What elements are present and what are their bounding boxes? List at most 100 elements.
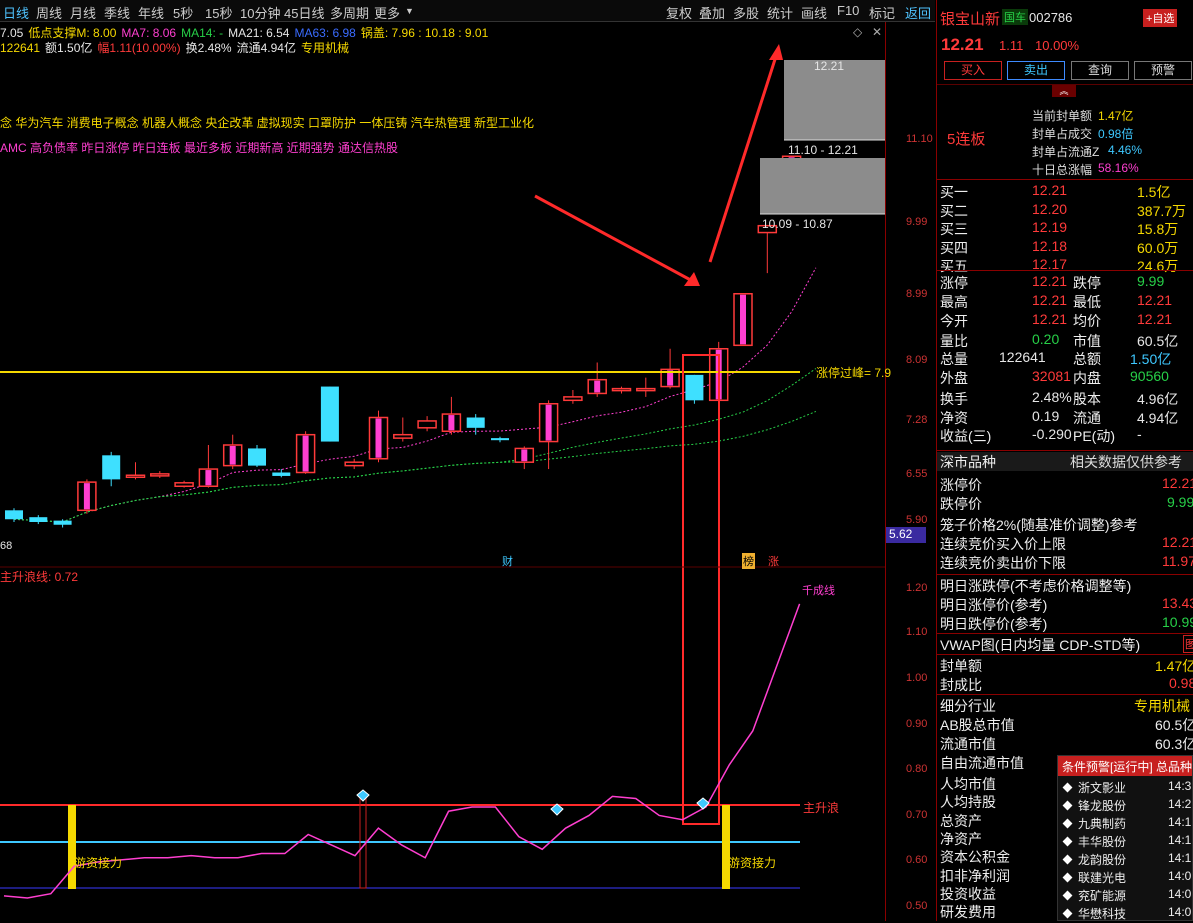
candle-body-down bbox=[5, 510, 23, 520]
cage-price-label: 笼子价格2%(随基准价调整)参考 bbox=[940, 517, 1138, 533]
tab-monthly[interactable]: 月线 bbox=[70, 3, 96, 22]
alert-title: 条件预警[运行中] 总品种 bbox=[1058, 756, 1192, 776]
candle-highlight bbox=[205, 470, 212, 486]
quote-row: 今开 12.21 均价 12.21 bbox=[940, 311, 1173, 329]
box-lower-label: 10.09 - 10.87 bbox=[762, 217, 833, 231]
btn-overlay[interactable]: 叠加 bbox=[699, 3, 725, 22]
order-book-row: 买二 12.20 387.7万 bbox=[940, 200, 1187, 219]
collapse-chevron-icon[interactable]: ︽ bbox=[1052, 85, 1076, 97]
price-tick: 0.50 bbox=[906, 900, 928, 912]
annotation-arrow-down bbox=[534, 194, 699, 286]
buy-button[interactable]: 买入 bbox=[944, 61, 1002, 80]
tab-daily[interactable]: 日线 bbox=[3, 3, 29, 22]
query-button[interactable]: 查询 bbox=[1071, 61, 1129, 80]
tab-45day[interactable]: 45日线 bbox=[284, 3, 324, 22]
order-book-row: 买三 12.19 15.8万 bbox=[940, 219, 1179, 237]
candle-body-up bbox=[174, 482, 194, 487]
limit-line-label: 涨停过峰= 7.9 bbox=[816, 366, 892, 380]
price-axis: 11.10 9.99 8.99 8.09 7.28 6.55 5.90 1.20 1.10 1.0… bbox=[885, 22, 935, 921]
candle-highlight bbox=[545, 404, 552, 441]
sub-top-label: 千成线 bbox=[802, 585, 835, 597]
financial-label: 资本公积金 bbox=[940, 849, 1010, 866]
diamond-bullet-icon bbox=[1062, 908, 1073, 919]
btn-multi-stock[interactable]: 多股 bbox=[733, 3, 759, 22]
vwap-icon[interactable]: 图 bbox=[1183, 635, 1193, 653]
tab-5sec[interactable]: 5秒 bbox=[173, 3, 193, 22]
limit-down-price-label: 跌停价 bbox=[940, 496, 982, 512]
alert-item[interactable]: 丰华股份 14:1 bbox=[1058, 833, 1193, 851]
relay-bar-right bbox=[722, 805, 730, 889]
tomorrow-down-value: 10.99 bbox=[1162, 614, 1193, 630]
kline-chart[interactable] bbox=[0, 22, 885, 921]
price-tick: 8.99 bbox=[906, 288, 928, 300]
price-tick: 7.28 bbox=[906, 414, 928, 426]
btn-statistics[interactable]: 统计 bbox=[767, 3, 793, 22]
diamond-bullet-icon bbox=[1062, 890, 1073, 901]
alert-item[interactable]: 兖矿能源 14:0 bbox=[1058, 887, 1193, 905]
alert-item[interactable]: 浙文影业 14:3 bbox=[1058, 779, 1193, 797]
financial-label: 人均市值 bbox=[940, 776, 996, 792]
tab-more[interactable]: 更多 bbox=[374, 3, 400, 22]
alert-item[interactable]: 九典制药 14:1 bbox=[1058, 815, 1193, 833]
candle-body-up bbox=[563, 396, 583, 402]
btn-draw-line[interactable]: 画线 bbox=[801, 3, 827, 22]
financial-label: 研发费用 bbox=[940, 904, 996, 921]
tab-quarterly[interactable]: 季线 bbox=[104, 3, 130, 22]
add-favorite-button[interactable]: +自选 bbox=[1143, 9, 1178, 27]
marker-limit-up: 涨 bbox=[768, 556, 779, 568]
tab-yearly[interactable]: 年线 bbox=[138, 3, 164, 22]
alert-item[interactable]: 锋龙股份 14:2 bbox=[1058, 797, 1193, 815]
diamond-bullet-icon bbox=[1062, 854, 1073, 865]
candle-body-down bbox=[272, 472, 291, 476]
quote-row: 外盘 32081 内盘 90560 bbox=[940, 368, 1169, 386]
alert-item[interactable]: 龙韵股份 14:1 bbox=[1058, 851, 1193, 869]
tomorrow-header: 明日涨跌停(不考虑价格调整等) bbox=[940, 578, 1132, 594]
btn-restore-rights[interactable]: 复权 bbox=[666, 3, 692, 22]
streak-label: 5连板 bbox=[947, 131, 986, 148]
vwap-label[interactable]: VWAP图(日内均量 CDP-STD等) bbox=[940, 635, 1140, 655]
tab-weekly[interactable]: 周线 bbox=[36, 3, 62, 22]
price-tick: 1.20 bbox=[906, 582, 928, 594]
price-tick: 0.70 bbox=[906, 809, 928, 821]
seal-ratio-label: 封成比 bbox=[940, 677, 982, 693]
candle-body-down bbox=[248, 448, 266, 466]
candle-body-down bbox=[102, 455, 121, 480]
candle-body-down bbox=[320, 386, 339, 442]
tab-10min[interactable]: 10分钟 bbox=[240, 3, 280, 22]
candle-body-down bbox=[685, 374, 704, 401]
alert-button[interactable]: 预警 bbox=[1134, 61, 1192, 80]
alert-item[interactable]: 联建光电 14:0 bbox=[1058, 869, 1193, 887]
order-book-row: 买四 12.18 60.0万 bbox=[940, 237, 1179, 256]
tomorrow-up-label: 明日涨停价(参考) bbox=[940, 597, 1048, 613]
btn-mark[interactable]: 标记 bbox=[869, 3, 895, 22]
free-cap-label: 自由流通市值 bbox=[940, 755, 1024, 771]
financial-label: 扣非净利润 bbox=[940, 867, 1010, 884]
tab-multi-period[interactable]: 多周期 bbox=[330, 3, 369, 22]
btn-f10[interactable]: F10 bbox=[837, 3, 859, 18]
tab-15sec[interactable]: 15秒 bbox=[205, 3, 232, 22]
more-dropdown-icon[interactable]: ▼ bbox=[405, 6, 414, 16]
candle-body-up bbox=[150, 473, 170, 477]
price-tick: 6.55 bbox=[906, 468, 928, 480]
btn-back[interactable]: 返回 bbox=[905, 3, 931, 22]
quote-row: 换手 2.48% 股本 4.96亿 bbox=[940, 389, 1179, 407]
industry-value: 专用机械 bbox=[1134, 698, 1190, 714]
target-box-lower bbox=[760, 158, 885, 214]
quote-row: 净资 0.19 流通 4.94亿 bbox=[940, 408, 1179, 426]
marker-finance: 财 bbox=[502, 556, 513, 568]
marker-list: 榜 bbox=[742, 553, 755, 569]
alert-item[interactable]: 华懋科技 14:0 bbox=[1058, 905, 1193, 923]
top-price-label: 12.21 bbox=[814, 59, 845, 73]
candle-body-up bbox=[636, 387, 656, 392]
period-toolbar: 日线 周线 月线 季线 年线 5秒 15秒 10分钟 45日线 多周期 更多 ▼… bbox=[0, 0, 935, 22]
diamond-bullet-icon bbox=[1062, 818, 1073, 829]
ma63-line bbox=[13, 410, 817, 523]
seal-amount-value: 1.47亿 bbox=[1155, 658, 1193, 674]
relay-label-left: 游资接力 bbox=[74, 856, 123, 870]
candle-highlight bbox=[594, 380, 601, 393]
candle-body-up bbox=[417, 420, 437, 429]
candle-body-down bbox=[53, 520, 72, 525]
seal-amount-label: 封单额 bbox=[940, 658, 982, 674]
sell-button[interactable]: 卖出 bbox=[1007, 61, 1065, 80]
condition-alert-window[interactable]: 条件预警[运行中] 总品种 浙文影业 14:3 锋龙股份 14:2 九典制药 14:1 丰华… bbox=[1057, 755, 1193, 921]
